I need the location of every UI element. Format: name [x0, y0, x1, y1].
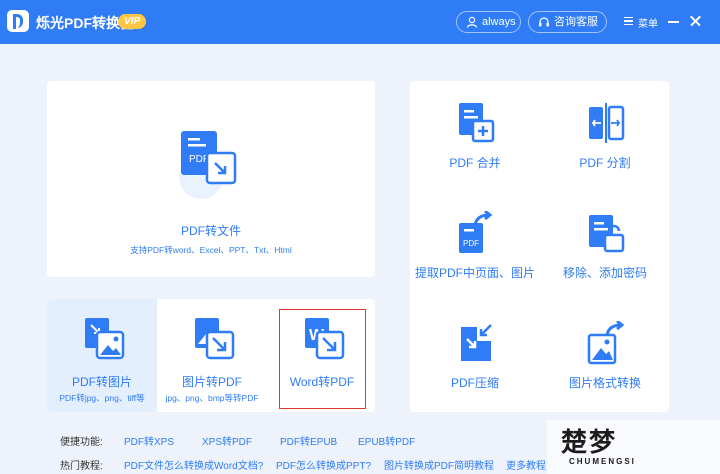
tutorial-link[interactable]: PDF文件怎么转换成Word文档? — [124, 457, 263, 472]
watermark-sub-text: CHUMENGSI — [569, 457, 636, 466]
merge-icon — [459, 103, 495, 143]
watermark: 楚梦 CHUMENGSI — [547, 420, 720, 474]
pdf-compress-tool[interactable]: PDF压缩 — [410, 301, 540, 411]
selection-highlight — [279, 309, 366, 409]
pdf-split-tool[interactable]: PDF 分割 — [540, 81, 670, 191]
split-icon — [589, 103, 625, 143]
pdf-to-image-title: PDF转图片 — [71, 375, 132, 389]
pdf-to-file-subtitle: 支持PDF转word、Excel、PPT、Txt、Html — [130, 245, 292, 255]
watermark-main-text: 楚梦 — [561, 427, 618, 457]
epub-to-pdf-link[interactable]: EPUB转PDF — [358, 433, 415, 448]
password-title: 移除、添加密码 — [562, 266, 647, 280]
pdf-to-xps-link[interactable]: PDF转XPS — [124, 433, 174, 448]
image-format-title: 图片格式转换 — [568, 376, 641, 390]
headset-icon — [539, 17, 549, 27]
user-icon — [466, 16, 478, 28]
pdf-to-file-title: PDF转文件 — [180, 224, 241, 238]
compress-icon — [461, 324, 492, 361]
pdf-merge-title: PDF 合并 — [449, 156, 501, 170]
password-tool[interactable]: 移除、添加密码 — [540, 191, 670, 301]
more-tutorials-link[interactable]: 更多教程 — [506, 457, 546, 472]
pdf-to-file-card[interactable]: PDF PDF转文件 支持PDF转word、Excel、PPT、Txt、Html — [47, 81, 375, 277]
pdf-tools-card: PDF 合并 PDF 分割 PDF 提取PDF中页面、图片 移除、添加密码 PD… — [410, 81, 669, 412]
pdf-split-title: PDF 分割 — [579, 156, 631, 170]
close-button[interactable] — [687, 12, 705, 30]
pdf-to-image-item[interactable]: PDF转图片 PDF转jpg、png、tiff等 — [47, 299, 157, 412]
extract-pages-title: 提取PDF中页面、图片 — [414, 266, 535, 280]
pdf-to-epub-link[interactable]: PDF转EPUB — [280, 433, 337, 448]
hot-tutorials-label: 热门教程: — [60, 461, 103, 472]
title-bar: 烁光PDF转换器 VIP always 咨询客服 菜单 — [0, 0, 720, 44]
user-name: always — [482, 16, 516, 28]
app-logo-icon — [7, 10, 29, 32]
hamburger-icon — [624, 17, 633, 25]
pdf-to-image-subtitle: PDF转jpg、png、tiff等 — [59, 393, 145, 403]
image-to-pdf-subtitle: jpg、png、bmp等转PDF — [165, 393, 259, 403]
extract-icon-text: PDF — [463, 239, 479, 248]
image-to-pdf-item[interactable]: 图片转PDF jpg、png、bmp等转PDF — [157, 299, 267, 412]
xps-to-pdf-link[interactable]: XPS转PDF — [202, 433, 252, 448]
pdf-merge-tool[interactable]: PDF 合并 — [410, 81, 540, 191]
extract-icon: PDF — [459, 211, 493, 253]
menu-label: 菜单 — [638, 19, 658, 30]
pdf-compress-title: PDF压缩 — [450, 376, 499, 390]
service-label: 咨询客服 — [554, 16, 598, 28]
extract-pages-tool[interactable]: PDF 提取PDF中页面、图片 — [410, 191, 540, 301]
quick-functions-label: 便捷功能: — [60, 437, 103, 448]
user-account-button[interactable]: always — [456, 11, 521, 33]
tutorial-link[interactable]: PDF怎么转换成PPT? — [276, 457, 371, 472]
pdf-to-image-icon — [85, 318, 125, 360]
lock-icon — [589, 215, 625, 253]
vip-badge[interactable]: VIP — [118, 14, 147, 29]
tutorial-link[interactable]: 图片转换成PDF简明教程 — [384, 457, 494, 472]
pdf-convert-icon: PDF — [179, 131, 237, 199]
customer-service-button[interactable]: 咨询客服 — [528, 11, 607, 33]
image-to-pdf-icon — [195, 318, 235, 360]
minimize-button[interactable] — [665, 12, 683, 30]
image-convert-icon — [587, 321, 625, 365]
image-to-pdf-title: 图片转PDF — [181, 375, 242, 389]
image-format-tool[interactable]: 图片格式转换 — [540, 301, 670, 411]
